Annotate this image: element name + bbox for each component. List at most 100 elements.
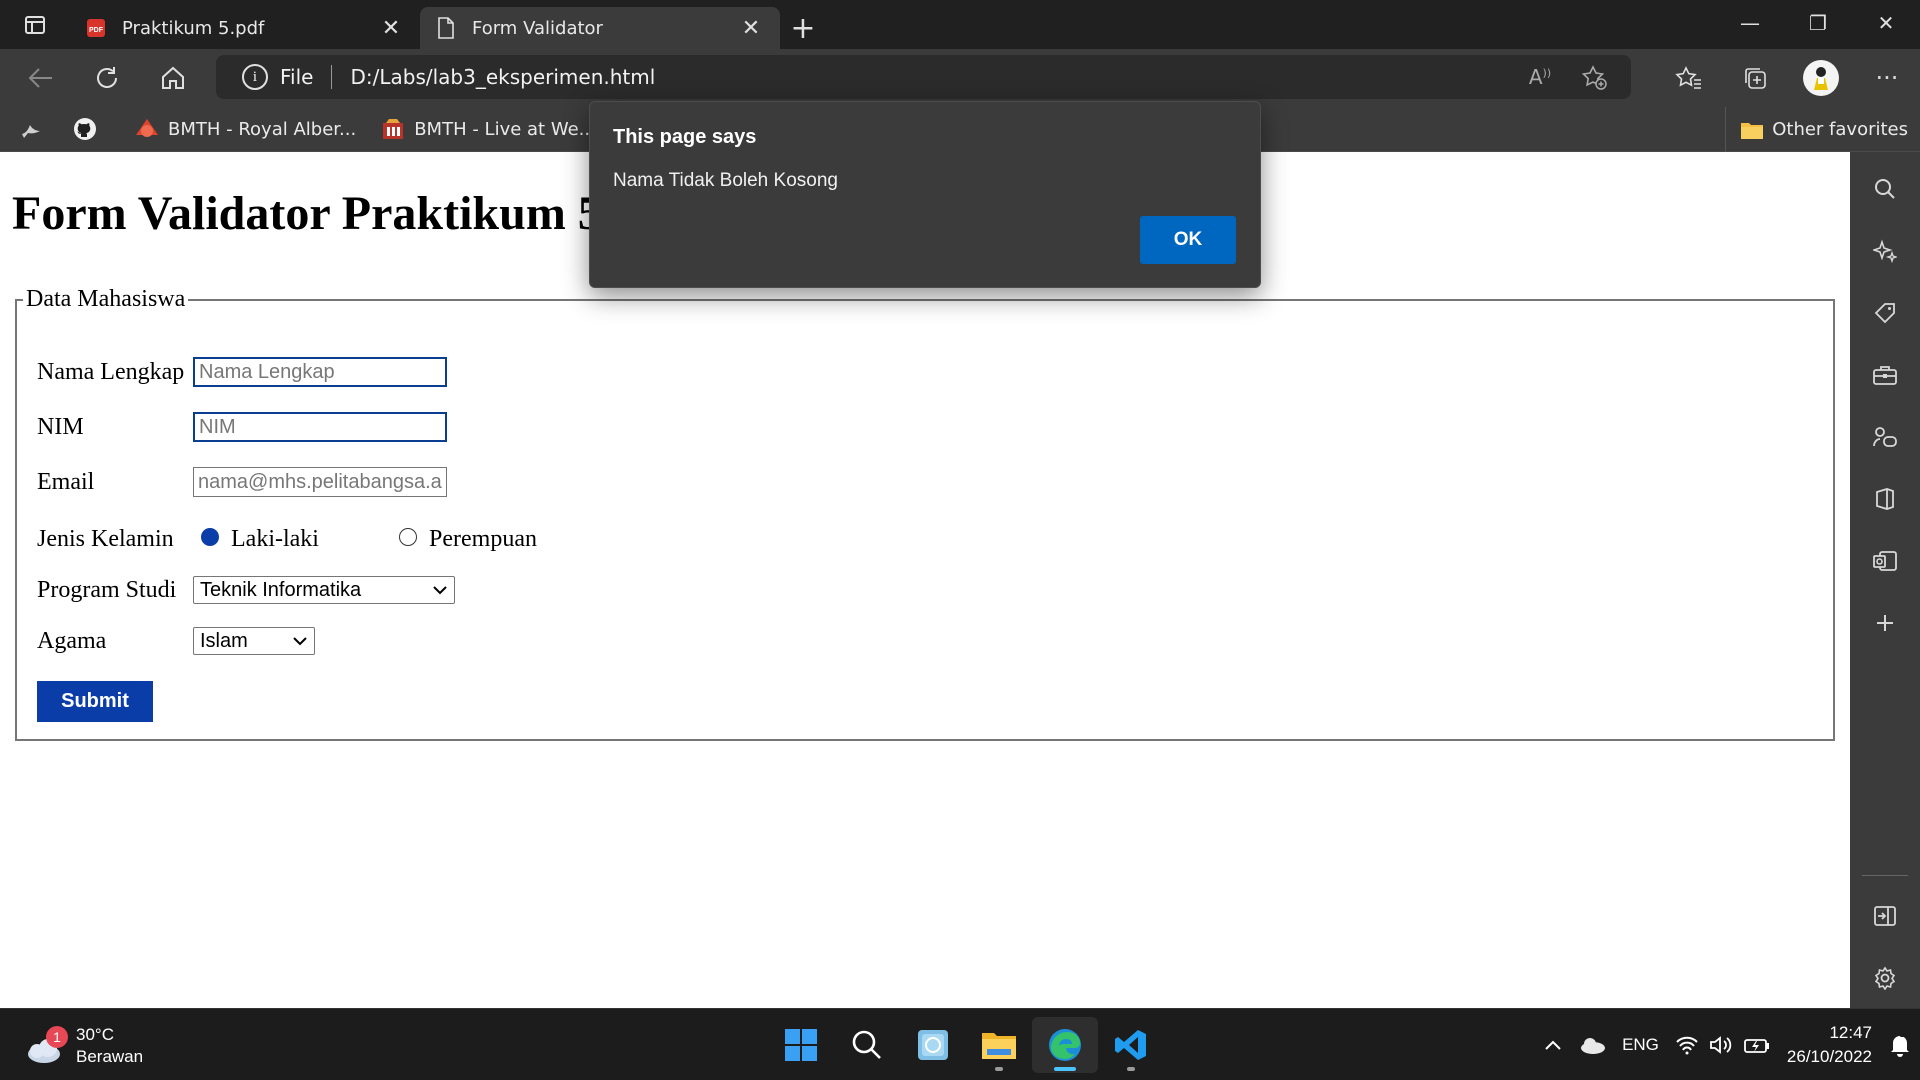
- radio-checked-icon[interactable]: [201, 528, 219, 546]
- onedrive-button[interactable]: [1570, 1009, 1614, 1080]
- search-icon: [852, 1030, 881, 1059]
- toolbox-icon: [1873, 366, 1897, 385]
- gender-label: Jenis Kelamin: [37, 525, 174, 552]
- prodi-select[interactable]: Teknik Informatika: [193, 576, 455, 604]
- close-icon: ✕: [1877, 11, 1895, 35]
- other-favorites[interactable]: Other favorites: [1725, 107, 1908, 152]
- taskbar-search-button[interactable]: [834, 1017, 900, 1073]
- language-indicator[interactable]: ENG: [1614, 1009, 1667, 1080]
- tab-bar: PDF Praktikum 5.pdf ✕ Form Validator ✕ +…: [0, 0, 1920, 49]
- read-aloud-button[interactable]: A)): [1513, 55, 1567, 99]
- nama-input[interactable]: [193, 357, 447, 387]
- tab-actions-button[interactable]: [0, 0, 70, 49]
- settings-menu-button[interactable]: ···: [1854, 53, 1920, 103]
- tray-overflow-button[interactable]: [1536, 1009, 1570, 1080]
- close-icon[interactable]: ✕: [736, 13, 766, 43]
- sidebar-hide-button[interactable]: [1850, 891, 1920, 941]
- minimize-button[interactable]: —: [1716, 0, 1784, 46]
- weather-temp: 30°C: [76, 1025, 114, 1044]
- toolbar-actions: ···: [1656, 49, 1920, 107]
- sidebar-outlook-button[interactable]: [1850, 536, 1920, 586]
- collections-button[interactable]: [1722, 53, 1788, 103]
- svg-text:PDF: PDF: [89, 27, 104, 34]
- nim-input[interactable]: [193, 412, 447, 442]
- sidebar-shopping-button[interactable]: [1850, 288, 1920, 338]
- windows-taskbar: 1 30°C Berawan ENG 12:47 26/10/2022 22: [0, 1008, 1920, 1080]
- fieldset-legend: Data Mahasiswa: [26, 286, 186, 312]
- close-icon[interactable]: ✕: [376, 13, 406, 43]
- favorite-item[interactable]: [0, 107, 62, 152]
- speaker-icon: [1710, 1036, 1732, 1054]
- restore-button[interactable]: ❐: [1784, 0, 1852, 46]
- tab-actions-icon: [25, 15, 45, 34]
- chevron-down-icon: [433, 586, 447, 595]
- tab-praktikum-pdf[interactable]: PDF Praktikum 5.pdf ✕: [70, 7, 420, 49]
- prodi-selected-value: Teknik Informatika: [200, 578, 362, 601]
- page-icon: [434, 16, 458, 40]
- favorite-item[interactable]: [62, 107, 116, 152]
- folder-icon: [982, 1033, 1016, 1059]
- taskbar-mail-app[interactable]: [900, 1017, 966, 1073]
- form-row-agama: Agama Islam: [37, 625, 315, 657]
- info-icon[interactable]: i: [242, 64, 268, 90]
- taskbar-edge[interactable]: [1032, 1017, 1098, 1073]
- refresh-button[interactable]: [74, 53, 140, 103]
- nama-label: Nama Lengkap: [37, 358, 185, 385]
- bmth-cinema-icon: [380, 116, 406, 142]
- sidebar-discover-button[interactable]: [1850, 226, 1920, 276]
- favorites-button[interactable]: [1656, 53, 1722, 103]
- sidebar-office-button[interactable]: [1850, 474, 1920, 524]
- bmth-red-icon: [134, 116, 160, 142]
- outlook-icon: [1873, 551, 1897, 571]
- pdf-icon: PDF: [84, 16, 108, 40]
- clock[interactable]: 12:47 26/10/2022: [1779, 1021, 1880, 1069]
- form-row-nim: NIM: [37, 411, 447, 443]
- home-button[interactable]: [140, 53, 206, 103]
- sidebar-tools-button[interactable]: [1850, 350, 1920, 400]
- taskbar-file-explorer[interactable]: [966, 1017, 1032, 1073]
- github-icon: [72, 116, 98, 142]
- radio-perempuan[interactable]: Perempuan: [399, 526, 537, 553]
- address-bar[interactable]: i File D:/Labs/lab3_eksperimen.html A)): [216, 55, 1631, 99]
- favorite-item[interactable]: BMTH - Royal Alber...: [124, 107, 366, 152]
- running-indicator: [995, 1067, 1003, 1071]
- ok-button[interactable]: OK: [1140, 216, 1236, 264]
- system-tray: ENG 12:47 26/10/2022 22: [1536, 1009, 1920, 1080]
- back-button[interactable]: [8, 53, 74, 103]
- url-text[interactable]: D:/Labs/lab3_eksperimen.html: [350, 65, 655, 89]
- profile-button[interactable]: [1788, 53, 1854, 103]
- notifications-button[interactable]: 22: [1880, 1009, 1920, 1080]
- vscode-icon: [1115, 1030, 1146, 1060]
- sidebar-divider: [1862, 875, 1908, 876]
- radio-unchecked-icon[interactable]: [399, 528, 417, 546]
- window-controls: — ❐ ✕: [1716, 0, 1920, 46]
- radio-laki-laki[interactable]: Laki-laki: [201, 526, 399, 553]
- start-button[interactable]: [768, 1017, 834, 1073]
- agama-select[interactable]: Islam: [193, 627, 315, 655]
- new-tab-button[interactable]: +: [780, 7, 826, 49]
- sidebar-hide-icon: [1874, 906, 1896, 926]
- sidebar-search-button[interactable]: [1850, 164, 1920, 214]
- form-row-email: Email: [37, 466, 447, 498]
- form-row-nama: Nama Lengkap: [37, 356, 447, 388]
- running-indicator: [1127, 1067, 1135, 1071]
- extension-bird-icon: [18, 116, 44, 142]
- add-favorite-button[interactable]: [1567, 55, 1621, 99]
- sparkle-icon: [1873, 239, 1897, 263]
- close-window-button[interactable]: ✕: [1852, 0, 1920, 46]
- favorite-item[interactable]: BMTH - Live at We...: [370, 107, 606, 152]
- weather-widget[interactable]: 1 30°C Berawan: [24, 1021, 143, 1071]
- tab-form-validator[interactable]: Form Validator ✕: [420, 7, 780, 49]
- form-row-gender: Jenis Kelamin Laki-laki Perempuan: [37, 523, 537, 555]
- onedrive-cloud-icon: [1581, 1038, 1606, 1054]
- taskbar-vscode[interactable]: [1098, 1017, 1164, 1073]
- email-input[interactable]: [193, 467, 447, 497]
- running-indicator: [1054, 1067, 1076, 1071]
- submit-button[interactable]: Submit: [37, 681, 153, 722]
- favorite-label: BMTH - Royal Alber...: [168, 118, 357, 140]
- sidebar-games-button[interactable]: [1850, 412, 1920, 462]
- sidebar-add-button[interactable]: [1850, 598, 1920, 648]
- quick-settings-button[interactable]: [1667, 1009, 1779, 1080]
- sidebar-settings-button[interactable]: [1850, 953, 1920, 1003]
- plus-icon: +: [790, 10, 816, 46]
